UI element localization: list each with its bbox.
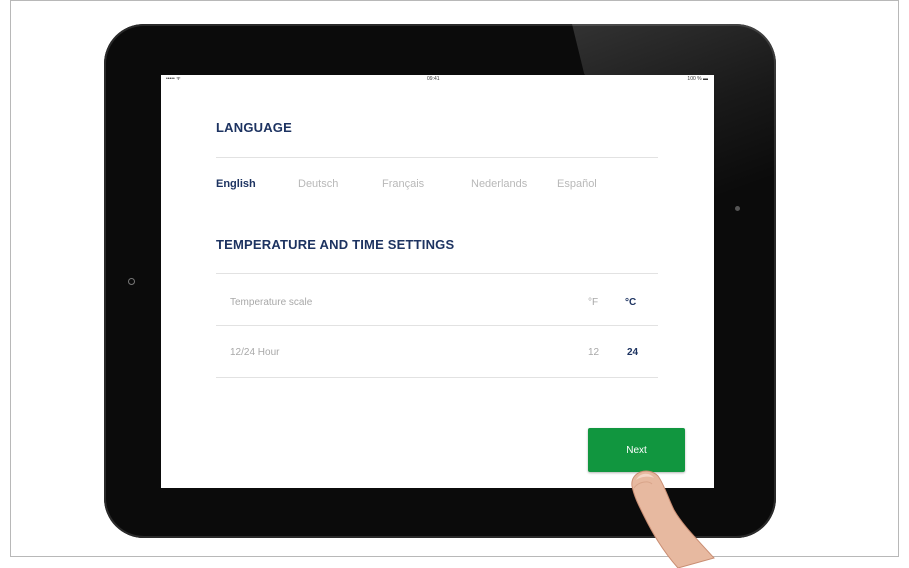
- divider: [216, 273, 658, 274]
- signal-indicator: ••••• ᯤ: [166, 76, 181, 82]
- status-bar: ••••• ᯤ 09:41 100 % ▬: [161, 75, 714, 84]
- language-option-francais[interactable]: Français: [382, 178, 424, 190]
- temp-time-heading: TEMPERATURE AND TIME SETTINGS: [216, 237, 455, 252]
- battery-indicator: 100 % ▬: [687, 76, 708, 82]
- status-time: 09:41: [427, 76, 440, 82]
- camera-icon: [735, 206, 740, 211]
- hour-option-12[interactable]: 12: [588, 347, 599, 358]
- language-heading: LANGUAGE: [216, 120, 292, 135]
- language-option-deutsch[interactable]: Deutsch: [298, 178, 338, 190]
- temperature-option-fahrenheit[interactable]: °F: [588, 297, 598, 308]
- divider: [216, 325, 658, 326]
- hour-format-label: 12/24 Hour: [230, 347, 280, 358]
- language-option-espanol[interactable]: Español: [557, 178, 597, 190]
- temperature-scale-label: Temperature scale: [230, 297, 313, 308]
- temperature-option-celsius[interactable]: °C: [625, 297, 636, 308]
- tablet-screen: ••••• ᯤ 09:41 100 % ▬ LANGUAGE English D…: [161, 75, 714, 488]
- language-option-nederlands[interactable]: Nederlands: [471, 178, 527, 190]
- home-button[interactable]: [128, 278, 135, 285]
- language-option-english[interactable]: English: [216, 178, 256, 190]
- hour-option-24[interactable]: 24: [627, 347, 638, 358]
- divider: [216, 157, 658, 158]
- next-button[interactable]: Next: [588, 428, 685, 472]
- divider: [216, 377, 658, 378]
